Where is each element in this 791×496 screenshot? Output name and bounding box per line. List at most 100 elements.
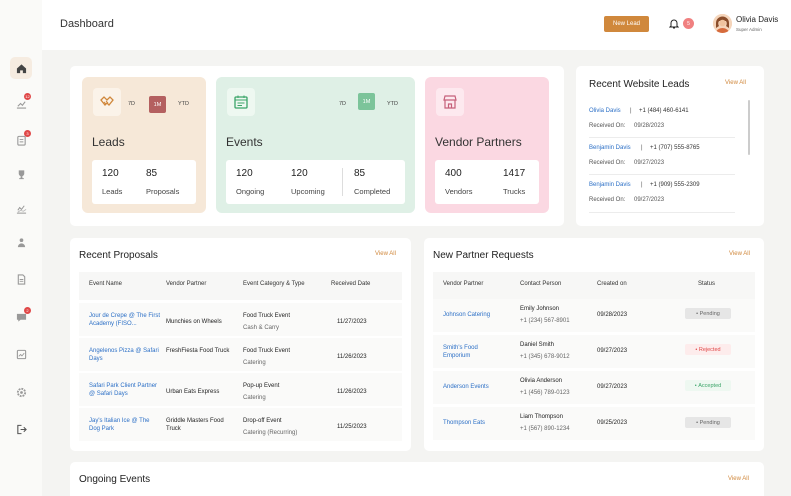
contact-phone: +1 (456) 789-0123 [520, 390, 570, 396]
top-bar: Dashboard New Lead 5 Olivia Davis Super … [42, 0, 791, 50]
lead-phone: +1 (707) 555-8765 [650, 145, 700, 151]
event-name-link[interactable]: Jay's Italian Ice @ The Dog Park [89, 417, 159, 433]
view-all-link[interactable]: View All [729, 251, 750, 257]
lead-name-link[interactable]: Benjamin Davis [589, 145, 631, 151]
avatar[interactable] [713, 14, 732, 33]
view-all-link[interactable]: View All [728, 476, 749, 482]
card-title: Leads [92, 135, 125, 149]
lead-phone: +1 (484) 460-6141 [639, 108, 689, 114]
sidebar-item-tasks[interactable]: 3 [10, 129, 32, 151]
table-row[interactable]: Johnson Catering Emily Johnson +1 (234) … [433, 299, 755, 332]
handshake-icon [100, 96, 114, 106]
separator: | [641, 145, 643, 151]
vendors-card-icon [436, 88, 464, 116]
sidebar-item-settings[interactable] [10, 381, 32, 403]
created-date: 09/28/2023 [597, 312, 628, 318]
view-all-link[interactable]: View All [725, 80, 746, 86]
received-date: 11/27/2023 [337, 319, 367, 325]
event-type: Cash & Carry [243, 325, 280, 331]
period-1m[interactable]: 1M [149, 96, 166, 113]
stat-value: 1417 [503, 168, 526, 179]
status-badge: • Accepted [685, 380, 731, 391]
card-title: Events [226, 135, 263, 149]
sidebar-item-messages[interactable]: 2 [10, 306, 32, 328]
sidebar-item-stats[interactable] [10, 343, 32, 365]
event-type: Catering [243, 395, 266, 401]
sidebar-item-analytics[interactable]: 12 [10, 92, 32, 114]
stat-label: Ongoing [236, 187, 265, 196]
contact-phone: +1 (345) 678-9012 [520, 354, 570, 360]
contact-name: Emily Johnson [520, 306, 560, 312]
status-label: Accepted [698, 382, 722, 389]
period-ytd[interactable]: YTD [178, 101, 189, 107]
table-row[interactable]: Smith's Food Emporium Daniel Smith +1 (3… [433, 335, 755, 368]
sidebar-item-documents[interactable] [10, 268, 32, 290]
user-role: Super Admin [736, 27, 762, 32]
vendor-partner: Munchies on Wheels [166, 319, 222, 325]
status-badge: • Pending [685, 417, 731, 428]
lead-received-label: Received On: [589, 197, 626, 203]
period-7d[interactable]: 7D [339, 101, 346, 107]
vendor-partner: FreshFiesta Food Truck [166, 348, 230, 354]
vendor-link[interactable]: Smith's Food Emporium [443, 344, 503, 360]
vendor-link[interactable]: Thompson Eats [443, 419, 485, 427]
leads-card: 7D 1M YTD Leads 120 Leads 85 Proposals [82, 77, 206, 213]
leads-stats: 120 Leads 85 Proposals [92, 160, 196, 204]
event-name-link[interactable]: Angelenos Pizza @ Safari Days [89, 347, 159, 363]
received-date: 11/25/2023 [337, 424, 367, 430]
stat-label: Trucks [503, 187, 526, 196]
bell-icon[interactable] [669, 19, 679, 29]
event-name-link[interactable]: Safari Park Client Partner @ Safari Days [89, 382, 161, 398]
storefront-icon [443, 95, 457, 109]
logout-icon [16, 424, 27, 434]
divider [589, 174, 735, 175]
divider [589, 212, 735, 213]
table-row[interactable]: Thompson Eats Liam Thompson +1 (567) 890… [433, 407, 755, 440]
view-all-link[interactable]: View All [375, 251, 396, 257]
table-row[interactable]: Jour de Crepe @ The First Academy (FISO.… [79, 303, 402, 336]
sidebar-item-users[interactable] [10, 231, 32, 253]
vendors-stats: 400 Vendors 1417 Trucks [435, 160, 539, 204]
sidebar-item-reports[interactable] [10, 197, 32, 219]
sidebar-item-logout[interactable] [10, 418, 32, 440]
lead-received-label: Received On: [589, 160, 626, 166]
notification-badge: 12 [24, 93, 31, 100]
period-1m[interactable]: 1M [358, 93, 375, 110]
scrollbar[interactable] [748, 100, 750, 155]
event-name-link[interactable]: Jour de Crepe @ The First Academy (FISO.… [89, 312, 163, 328]
page-title: Dashboard [60, 18, 114, 30]
stat-label: Leads [102, 187, 123, 196]
lead-name-link[interactable]: Olivia Davis [589, 108, 621, 114]
stat-value: 120 [102, 168, 119, 179]
separator: | [641, 182, 643, 188]
trophy-icon [18, 169, 24, 179]
vendor-link[interactable]: Johnson Catering [443, 311, 490, 319]
section-title: Ongoing Events [79, 474, 151, 485]
event-category: Food Truck Event [243, 348, 291, 354]
calendar-icon [234, 95, 248, 109]
new-lead-button[interactable]: New Lead [604, 16, 649, 32]
table-row[interactable]: Anderson Events Olivia Anderson +1 (456)… [433, 371, 755, 404]
period-7d[interactable]: 7D [128, 101, 135, 107]
created-date: 09/27/2023 [597, 384, 628, 390]
sidebar-item-home[interactable] [10, 57, 32, 79]
table-row[interactable]: Safari Park Client Partner @ Safari Days… [79, 373, 402, 406]
vendor-partners-card: Vendor Partners 400 Vendors 1417 Trucks [425, 77, 549, 213]
sidebar-item-awards[interactable] [10, 163, 32, 185]
home-icon [16, 63, 26, 73]
period-ytd[interactable]: YTD [387, 101, 398, 107]
contact-name: Olivia Anderson [520, 378, 563, 384]
stat-value: 85 [146, 168, 158, 179]
vendor-link[interactable]: Anderson Events [443, 383, 489, 391]
report-icon [16, 349, 26, 359]
table-row[interactable]: Angelenos Pizza @ Safari Days FreshFiest… [79, 338, 402, 371]
analytics-icon [16, 204, 26, 214]
contact-phone: +1 (567) 890-1234 [520, 426, 570, 432]
recent-proposals-panel: Recent Proposals View All Event Name Ven… [70, 238, 411, 451]
lead-name-link[interactable]: Benjamin Davis [589, 182, 631, 188]
table-row[interactable]: Jay's Italian Ice @ The Dog Park Griddle… [79, 408, 402, 441]
divider [589, 137, 735, 138]
separator: | [630, 108, 632, 114]
stat-label: Vendors [445, 187, 473, 196]
vendor-partner: Urban Eats Express [166, 389, 220, 395]
